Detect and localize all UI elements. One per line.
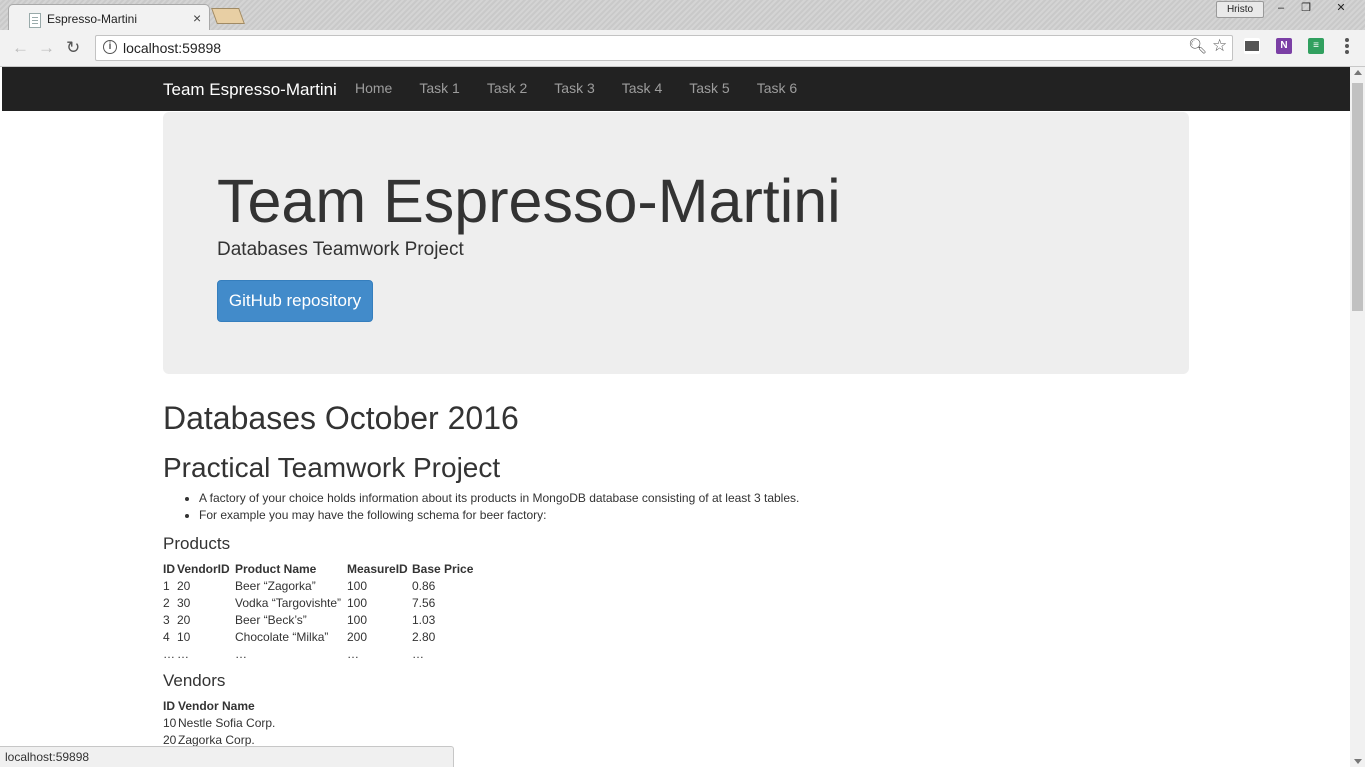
table-cell: 7.56 bbox=[412, 595, 436, 610]
table-cell: 1.03 bbox=[412, 612, 436, 627]
back-icon[interactable]: ← bbox=[12, 38, 29, 58]
table-cell: Vodka “Targovishte” bbox=[235, 595, 342, 610]
table-row: 10 Nestle Sofia Corp. bbox=[163, 714, 275, 731]
table-cell: 20 bbox=[177, 578, 191, 593]
nav-links: Home Task 1 Task 2 Task 3 Task 4 Task 5 … bbox=[355, 80, 824, 96]
vendors-heading: Vendors bbox=[163, 671, 226, 690]
browser-tab[interactable]: Espresso-Martini × bbox=[8, 4, 210, 31]
products-heading: Products bbox=[163, 534, 231, 553]
scroll-up-arrow-icon[interactable] bbox=[1354, 70, 1362, 75]
web-page: Team Espresso-Martini Home Task 1 Task 2… bbox=[2, 67, 1350, 767]
new-tab-button[interactable] bbox=[211, 8, 245, 24]
table-cell: 100 bbox=[347, 612, 368, 627]
table-cell: 10 bbox=[177, 629, 191, 644]
profile-button[interactable]: Hristo bbox=[1216, 1, 1264, 18]
nav-link-task-3[interactable]: Task 3 bbox=[554, 80, 594, 96]
table-row: … … … … … bbox=[163, 645, 473, 662]
table-row: 4 10 Chocolate “Milka” 200 2.80 bbox=[163, 628, 473, 645]
column-header: VendorID bbox=[177, 561, 230, 576]
column-header: Base Price bbox=[412, 561, 474, 576]
page-heading: Databases October 2016 bbox=[163, 400, 519, 436]
table-cell: Nestle Sofia Corp. bbox=[178, 715, 276, 730]
scrollbar-thumb[interactable] bbox=[1352, 83, 1363, 311]
requirements-list: A factory of your choice holds informati… bbox=[199, 492, 799, 526]
address-bar[interactable]: i localhost:59898 🔍︎ ☆ bbox=[95, 35, 1233, 61]
column-header: ID bbox=[163, 698, 175, 713]
restore-icon[interactable]: ❐ bbox=[1295, 1, 1317, 16]
list-item: For example you may have the following s… bbox=[199, 509, 799, 522]
table-header-row: ID Vendor Name bbox=[163, 697, 275, 714]
onenote-extension-icon[interactable]: N bbox=[1276, 38, 1292, 54]
info-icon[interactable]: i bbox=[103, 40, 117, 54]
table-cell: … bbox=[235, 646, 247, 661]
mail-extension-icon[interactable] bbox=[1244, 38, 1260, 54]
nav-link-task-6[interactable]: Task 6 bbox=[757, 80, 797, 96]
table-cell: 2 bbox=[163, 595, 170, 610]
nav-link-task-4[interactable]: Task 4 bbox=[622, 80, 662, 96]
zoom-icon[interactable]: 🔍︎ bbox=[1188, 37, 1207, 55]
bookmark-star-icon[interactable]: ☆ bbox=[1212, 36, 1227, 56]
github-repository-button[interactable]: GitHub repository bbox=[217, 280, 373, 322]
table-row: 1 20 Beer “Zagorka” 100 0.86 bbox=[163, 577, 473, 594]
column-header: ID bbox=[163, 561, 175, 576]
table-cell: Chocolate “Milka” bbox=[235, 629, 329, 644]
table-cell: 30 bbox=[177, 595, 191, 610]
jumbotron-title: Team Espresso-Martini bbox=[217, 167, 841, 235]
jumbotron-subtitle: Databases Teamwork Project bbox=[217, 239, 464, 260]
column-header: MeasureID bbox=[347, 561, 408, 576]
minimize-icon[interactable]: – bbox=[1270, 1, 1292, 16]
table-cell: 100 bbox=[347, 595, 368, 610]
table-cell: … bbox=[163, 646, 175, 661]
nav-link-task-1[interactable]: Task 1 bbox=[419, 80, 459, 96]
table-cell: 2.80 bbox=[412, 629, 436, 644]
scroll-down-arrow-icon[interactable] bbox=[1354, 759, 1362, 764]
table-cell: 100 bbox=[347, 578, 368, 593]
browser-toolbar: ← → ↻ i localhost:59898 🔍︎ ☆ N ≡ bbox=[0, 30, 1365, 67]
table-row: 3 20 Beer “Beck’s” 100 1.03 bbox=[163, 611, 473, 628]
jumbotron: Team Espresso-Martini Databases Teamwork… bbox=[163, 112, 1189, 374]
window-titlebar: Espresso-Martini × Hristo – ❐ ✕ bbox=[0, 0, 1365, 31]
site-navbar: Team Espresso-Martini Home Task 1 Task 2… bbox=[2, 67, 1350, 111]
url-text[interactable]: localhost:59898 bbox=[123, 40, 221, 56]
status-bar-url: localhost:59898 bbox=[0, 746, 454, 767]
navbar-brand[interactable]: Team Espresso-Martini bbox=[163, 80, 337, 100]
table-cell: 4 bbox=[163, 629, 170, 644]
nav-link-home[interactable]: Home bbox=[355, 80, 392, 96]
browser-menu-icon[interactable] bbox=[1345, 38, 1349, 56]
table-cell: Beer “Zagorka” bbox=[235, 578, 316, 593]
green-extension-icon[interactable]: ≡ bbox=[1308, 38, 1324, 54]
table-cell: 20 bbox=[177, 612, 191, 627]
column-header: Vendor Name bbox=[178, 698, 255, 713]
table-cell: 1 bbox=[163, 578, 170, 593]
page-icon bbox=[29, 13, 41, 28]
nav-link-task-2[interactable]: Task 2 bbox=[487, 80, 527, 96]
table-cell: Beer “Beck’s” bbox=[235, 612, 307, 627]
table-cell: 200 bbox=[347, 629, 368, 644]
forward-icon[interactable]: → bbox=[38, 38, 55, 58]
table-header-row: ID VendorID Product Name MeasureID Base … bbox=[163, 560, 473, 577]
section-heading: Practical Teamwork Project bbox=[163, 452, 501, 483]
table-cell: 0.86 bbox=[412, 578, 436, 593]
table-row: 2 30 Vodka “Targovishte” 100 7.56 bbox=[163, 594, 473, 611]
table-cell: … bbox=[412, 646, 424, 661]
vertical-scrollbar[interactable] bbox=[1350, 67, 1365, 767]
vendors-table: ID Vendor Name 10 Nestle Sofia Corp. 20 … bbox=[163, 697, 275, 748]
table-cell: … bbox=[177, 646, 189, 661]
close-tab-icon[interactable]: × bbox=[193, 10, 201, 26]
reload-icon[interactable]: ↻ bbox=[66, 38, 80, 58]
tab-title: Espresso-Martini bbox=[47, 12, 138, 26]
table-cell: 10 bbox=[163, 715, 177, 730]
close-window-icon[interactable]: ✕ bbox=[1330, 1, 1352, 16]
table-cell: … bbox=[347, 646, 359, 661]
column-header: Product Name bbox=[235, 561, 317, 576]
products-table: ID VendorID Product Name MeasureID Base … bbox=[163, 560, 473, 662]
list-item: A factory of your choice holds informati… bbox=[199, 492, 799, 505]
nav-link-task-5[interactable]: Task 5 bbox=[689, 80, 729, 96]
table-cell: 3 bbox=[163, 612, 170, 627]
